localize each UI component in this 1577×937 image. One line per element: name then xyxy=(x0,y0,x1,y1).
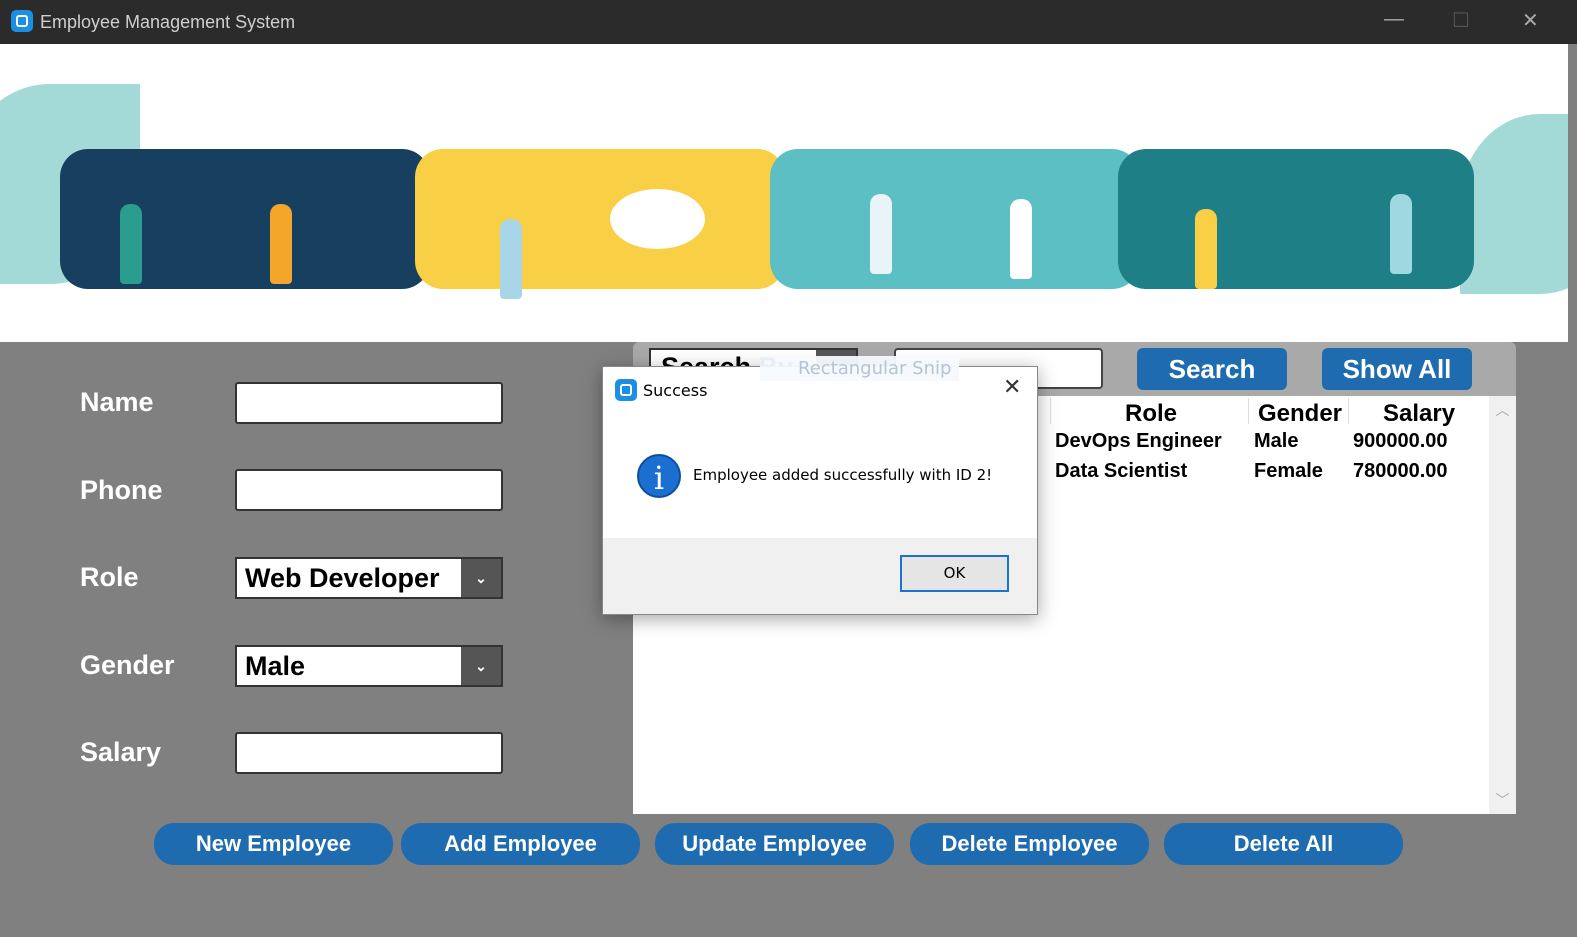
cell-gender: Male xyxy=(1254,430,1299,452)
gender-select[interactable]: Male ⌄ xyxy=(235,645,503,687)
role-select[interactable]: Web Developer ⌄ xyxy=(235,557,503,599)
update-employee-button[interactable]: Update Employee xyxy=(655,823,894,865)
success-dialog: Success ✕ i Employee added successfully … xyxy=(602,366,1038,615)
name-input[interactable] xyxy=(235,382,503,424)
close-button[interactable]: ✕ xyxy=(1522,8,1539,33)
cell-role: Data Scientist xyxy=(1055,460,1188,482)
delete-all-button[interactable]: Delete All xyxy=(1164,823,1403,865)
chevron-down-icon[interactable]: ⌄ xyxy=(461,647,501,685)
cell-salary: 900000.00 xyxy=(1353,430,1448,452)
salary-label: Salary xyxy=(80,737,162,767)
column-header-gender[interactable]: Gender xyxy=(1258,400,1342,428)
dialog-footer: OK xyxy=(603,538,1037,614)
gender-value: Male xyxy=(245,651,306,681)
info-icon: i xyxy=(637,454,681,498)
snip-overlay-text: Rectangular Snip xyxy=(760,356,960,381)
gender-label: Gender xyxy=(80,650,175,680)
table-scrollbar[interactable]: ︿ ﹀ xyxy=(1489,396,1516,814)
cell-role: DevOps Engineer xyxy=(1055,430,1222,452)
role-label: Role xyxy=(80,562,139,592)
show-all-button[interactable]: Show All xyxy=(1322,348,1472,390)
cell-salary: 780000.00 xyxy=(1353,460,1448,482)
window-title: Employee Management System xyxy=(40,12,296,32)
column-header-salary[interactable]: Salary xyxy=(1383,400,1455,428)
add-employee-button[interactable]: Add Employee xyxy=(401,823,640,865)
name-label: Name xyxy=(80,387,154,417)
app-icon xyxy=(11,10,33,32)
maximize-button[interactable]: ☐ xyxy=(1452,8,1470,33)
scroll-down-icon[interactable]: ﹀ xyxy=(1489,790,1516,810)
salary-input[interactable] xyxy=(235,732,503,774)
title-bar: Employee Management System — ☐ ✕ xyxy=(0,0,1577,44)
banner-illustration xyxy=(0,44,1568,342)
search-button[interactable]: Search xyxy=(1137,348,1287,390)
dialog-message: Employee added successfully with ID 2! xyxy=(693,466,993,484)
app-icon xyxy=(615,379,637,401)
phone-label: Phone xyxy=(80,475,163,505)
scroll-up-icon[interactable]: ︿ xyxy=(1489,400,1516,420)
column-header-role[interactable]: Role xyxy=(1125,400,1177,428)
chevron-down-icon[interactable]: ⌄ xyxy=(461,559,501,597)
ok-button[interactable]: OK xyxy=(900,555,1009,592)
minimize-button[interactable]: — xyxy=(1384,8,1404,31)
dialog-title: Success xyxy=(643,381,708,400)
new-employee-button[interactable]: New Employee xyxy=(154,823,393,865)
role-value: Web Developer xyxy=(245,563,440,593)
cell-gender: Female xyxy=(1254,460,1323,482)
delete-employee-button[interactable]: Delete Employee xyxy=(910,823,1149,865)
dialog-close-icon[interactable]: ✕ xyxy=(1003,375,1021,400)
phone-input[interactable] xyxy=(235,469,503,511)
